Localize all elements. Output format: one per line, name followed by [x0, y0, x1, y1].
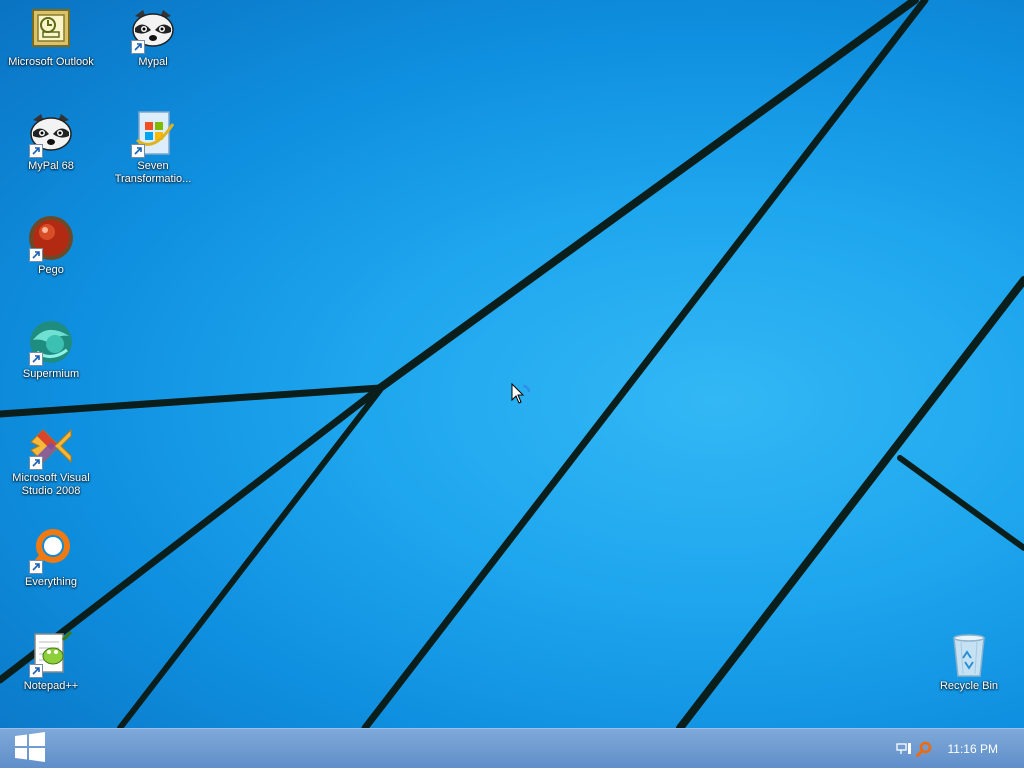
shortcut-arrow-icon	[29, 560, 43, 574]
shortcut-arrow-icon	[131, 40, 145, 54]
desktop-icon-everything[interactable]: Everything	[1, 522, 101, 589]
desktop-icon-notepadpp[interactable]: Notepad++	[1, 626, 101, 693]
visual-studio-icon	[27, 422, 75, 470]
desktop-icon-recycle-bin[interactable]: Recycle Bin	[919, 626, 1019, 693]
desktop[interactable]: Microsoft Outlook Mypal MyPal 68 Seven T…	[0, 0, 1024, 728]
outlook-icon	[27, 6, 75, 54]
windows-logo-icon	[14, 731, 46, 767]
desktop-icon-pego[interactable]: Pego	[1, 210, 101, 277]
shortcut-arrow-icon	[29, 144, 43, 158]
shortcut-arrow-icon	[131, 144, 145, 158]
shortcut-arrow-icon	[29, 352, 43, 366]
desktop-icon-label: Microsoft Outlook	[8, 56, 94, 68]
taskbar-clock[interactable]: 11:16 PM	[934, 742, 1024, 756]
system-tray: 11:16 PM	[894, 729, 1024, 769]
supermium-icon	[27, 318, 75, 366]
desktop-icon-label: Seven Transformatio...	[114, 160, 192, 185]
desktop-icon-label: Microsoft Visual Studio 2008	[12, 472, 90, 497]
desktop-icon-label: Recycle Bin	[939, 680, 999, 692]
desktop-icon-label: MyPal 68	[28, 160, 74, 172]
network-icon[interactable]	[894, 739, 914, 759]
recycle-bin-icon	[945, 630, 993, 678]
taskbar: 11:16 PM	[0, 728, 1024, 768]
shortcut-arrow-icon	[29, 456, 43, 470]
desktop-icon-label: Everything	[25, 576, 77, 588]
desktop-icon-label: Notepad++	[23, 680, 79, 692]
start-button[interactable]	[0, 729, 60, 769]
desktop-icon-label: Supermium	[22, 368, 80, 380]
desktop-icon-seven-transformation[interactable]: Seven Transformatio...	[103, 106, 203, 186]
desktop-icon-supermium[interactable]: Supermium	[1, 314, 101, 381]
pego-icon	[27, 214, 75, 262]
mouse-cursor-busy-icon	[511, 382, 535, 412]
shortcut-arrow-icon	[29, 248, 43, 262]
everything-search-icon	[27, 526, 75, 574]
desktop-icon-mypal[interactable]: Mypal	[103, 2, 203, 69]
desktop-icon-label: Mypal	[138, 56, 168, 68]
desktop-icon-visual-studio[interactable]: Microsoft Visual Studio 2008	[1, 418, 101, 498]
desktop-icon-mypal68[interactable]: MyPal 68	[1, 106, 101, 173]
mypal-raccoon-icon	[129, 6, 177, 54]
mypal68-raccoon-icon	[27, 110, 75, 158]
desktop-icon-label: Pego	[38, 264, 64, 276]
desktop-icon-outlook[interactable]: Microsoft Outlook	[1, 2, 101, 69]
everything-tray-icon[interactable]	[914, 739, 934, 759]
shortcut-arrow-icon	[29, 664, 43, 678]
seven-transformation-icon	[129, 110, 177, 158]
notepadpp-icon	[27, 630, 75, 678]
